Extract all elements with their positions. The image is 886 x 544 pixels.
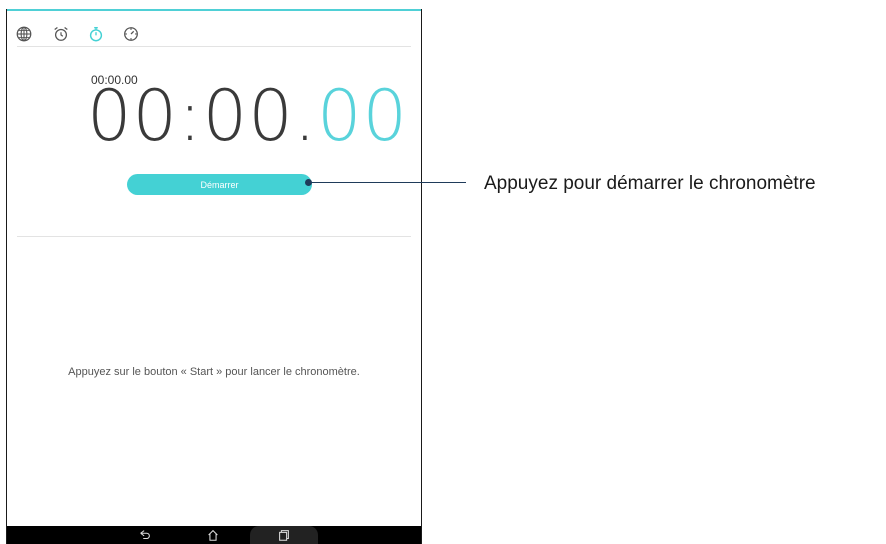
tab-bar <box>7 19 421 49</box>
callout-text: Appuyez pour démarrer le chronomètre <box>484 173 816 194</box>
recent-apps-button[interactable] <box>274 526 294 544</box>
stopwatch-screen: 00:00.00 00:00.00 Démarrer Appuyez sur l… <box>6 9 422 544</box>
timer-icon <box>124 27 138 41</box>
navigation-bar <box>7 526 421 544</box>
tab-world-clock[interactable] <box>11 21 37 47</box>
tab-timer[interactable] <box>118 21 144 47</box>
tab-stopwatch[interactable] <box>83 21 109 47</box>
tab-divider <box>17 46 411 47</box>
stopwatch-main-time: 00:00. <box>87 75 317 157</box>
stopwatch-display: 00:00.00 <box>87 81 408 151</box>
alarm-clock-icon <box>54 27 68 41</box>
tab-alarm[interactable] <box>48 21 74 47</box>
home-button[interactable] <box>203 526 223 544</box>
stopwatch-fraction: 00 <box>316 75 409 157</box>
instruction-text: Appuyez sur le bouton « Start » pour lan… <box>68 366 360 378</box>
content-divider <box>17 236 411 237</box>
back-button[interactable] <box>135 526 155 544</box>
stopwatch-icon <box>89 26 103 42</box>
recent-apps-icon <box>279 530 289 541</box>
start-button[interactable]: Démarrer <box>127 174 312 195</box>
accent-line <box>7 9 421 11</box>
home-icon <box>208 529 218 541</box>
callout-dot <box>305 179 312 186</box>
callout-line <box>306 182 466 183</box>
globe-icon <box>16 26 32 42</box>
back-icon <box>140 530 150 540</box>
